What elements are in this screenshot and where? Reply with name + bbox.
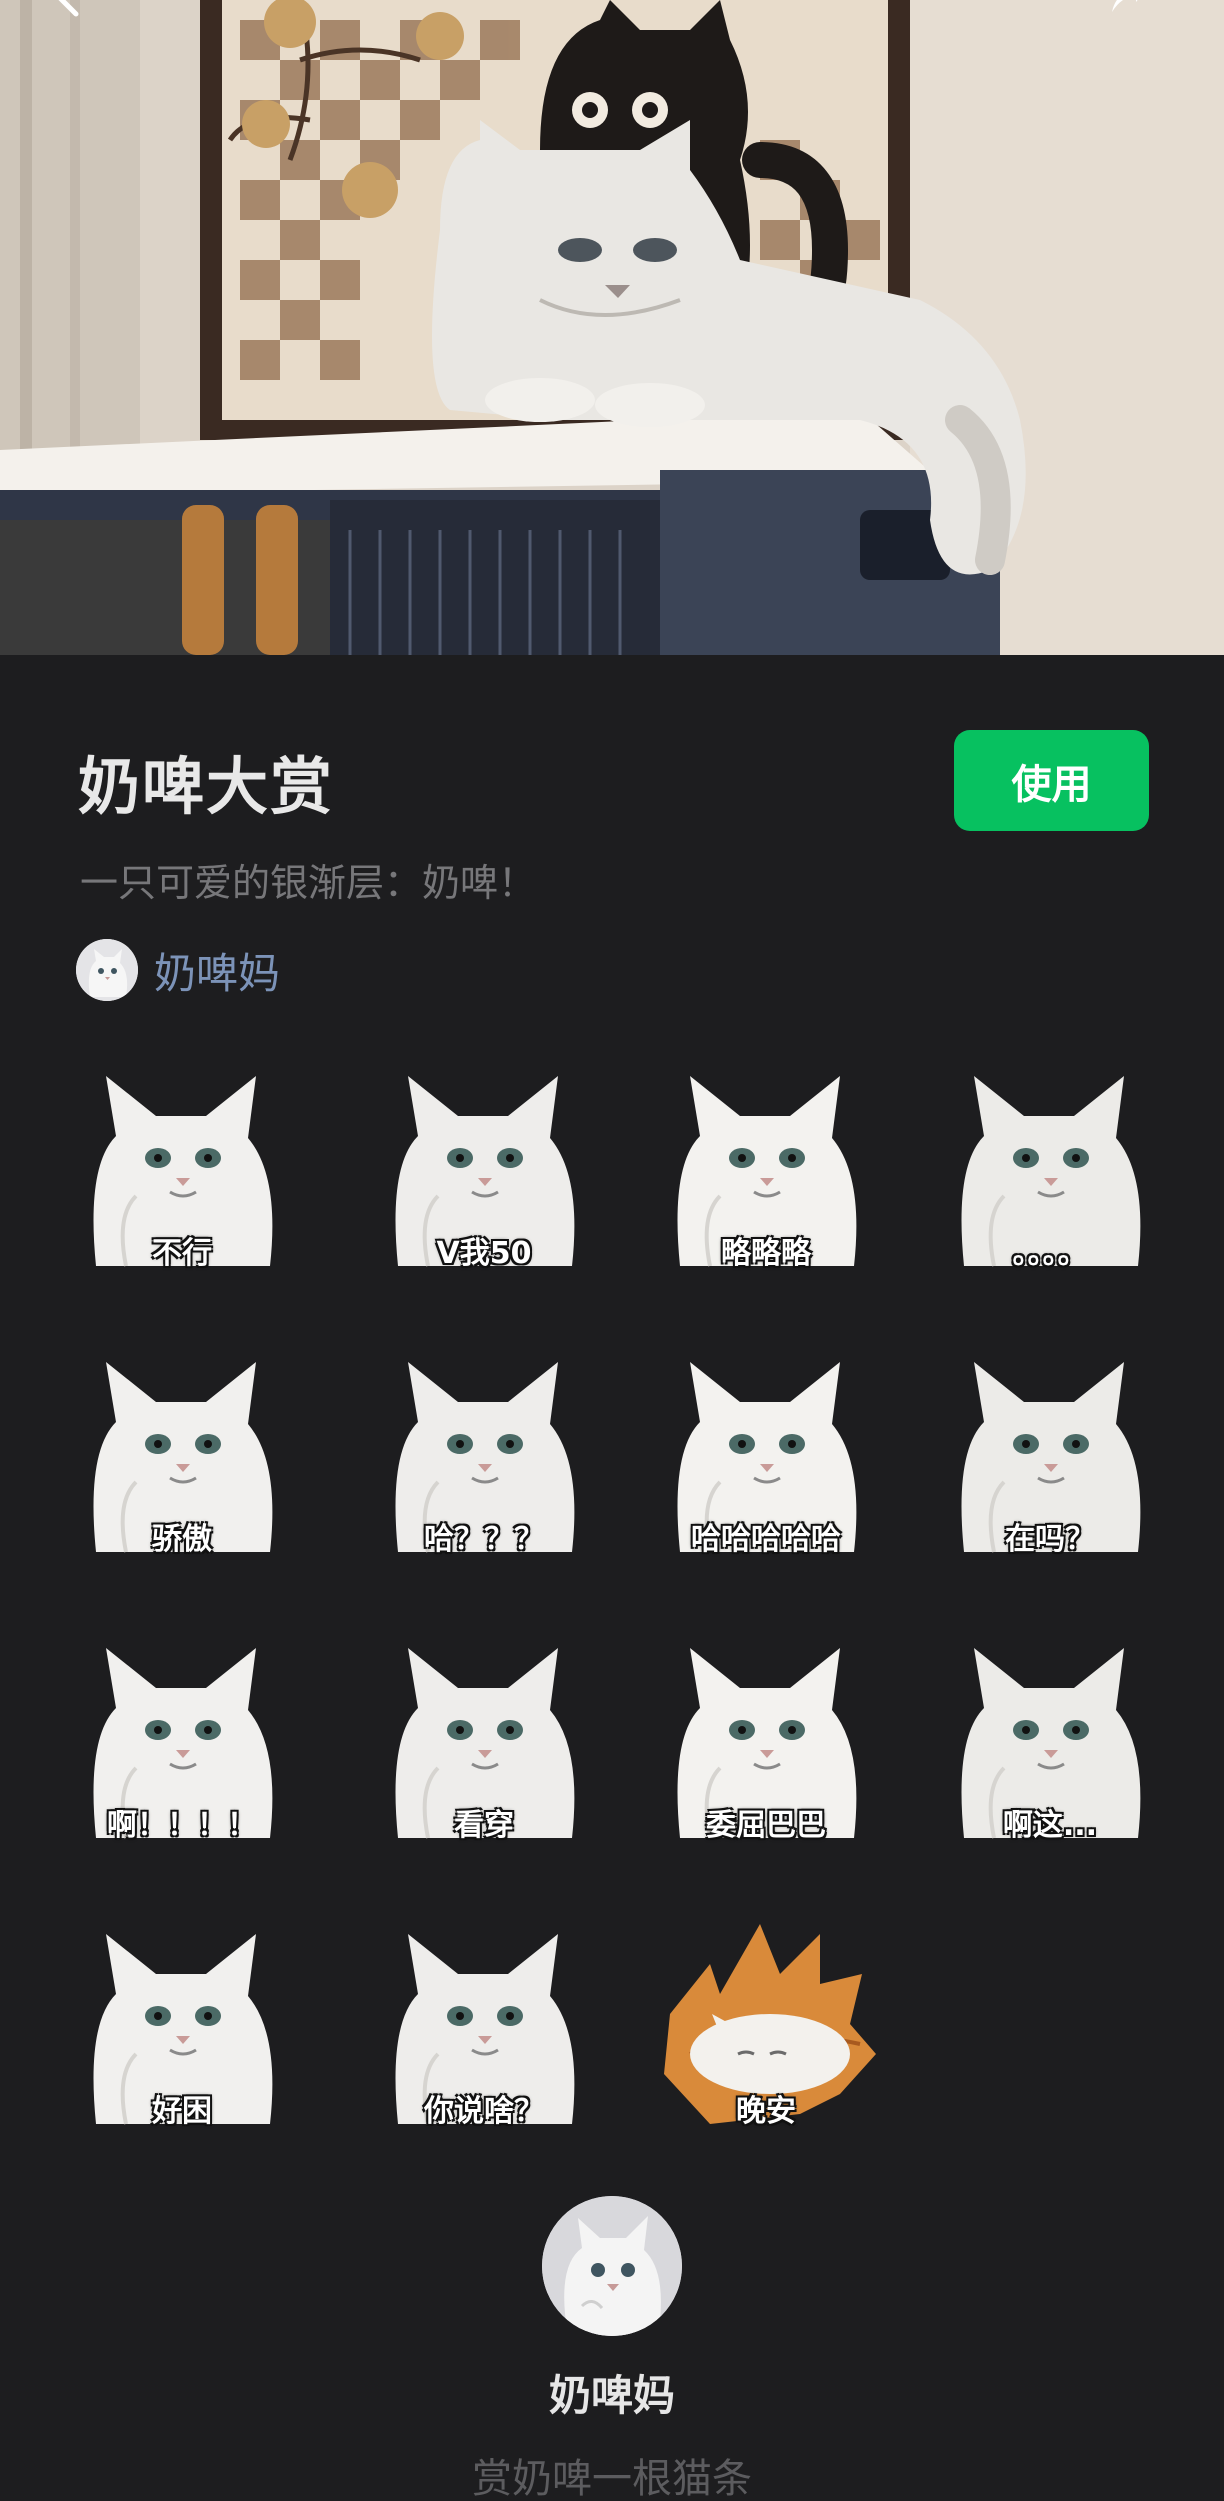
sticker-item[interactable]: 。。。。 bbox=[934, 1046, 1166, 1278]
sticker-item[interactable]: V我50 bbox=[368, 1046, 600, 1278]
use-button[interactable]: 使用 bbox=[954, 730, 1149, 831]
back-icon[interactable] bbox=[50, 0, 90, 18]
sticker-caption: 不行 bbox=[152, 1236, 212, 1271]
sticker-item[interactable]: 哈哈哈哈哈 bbox=[650, 1332, 882, 1564]
sticker-item[interactable]: 在吗？ bbox=[934, 1332, 1166, 1564]
sticker-item[interactable]: 委屈巴巴 bbox=[650, 1618, 882, 1850]
sticker-item[interactable]: 哈？？？ bbox=[368, 1332, 600, 1564]
sticker-item[interactable]: 看穿 bbox=[368, 1618, 600, 1850]
banner-image bbox=[0, 0, 1224, 655]
author-link[interactable]: 奶啤妈 bbox=[76, 938, 280, 1002]
author-avatar bbox=[76, 939, 138, 1001]
pack-description: 一只可爱的银渐层：奶啤！ bbox=[80, 861, 537, 905]
sticker-caption: 看穿 bbox=[454, 1808, 514, 1843]
sticker-caption: 在吗？ bbox=[1005, 1522, 1095, 1557]
sticker-caption: 略略略 bbox=[721, 1236, 811, 1271]
sticker-item[interactable]: 骄傲 bbox=[66, 1332, 298, 1564]
footer-author-name: 奶啤妈 bbox=[548, 2371, 675, 2420]
sticker-item[interactable]: 好困 bbox=[66, 1904, 298, 2136]
sticker-pack-detail-page: 奶啤大赏 使用 一只可爱的银渐层：奶啤！ 奶啤妈 不行 V我50 略略略 。。。。骄傲… bbox=[0, 0, 1224, 2501]
reward-button[interactable]: 赏奶啤一根猫条 bbox=[0, 2446, 1224, 2501]
sticker-item[interactable]: 不行 bbox=[66, 1046, 298, 1278]
author-avatar-large[interactable] bbox=[542, 2196, 682, 2336]
sticker-caption: V我50 bbox=[436, 1236, 532, 1271]
sticker-caption: 啊这... bbox=[1002, 1808, 1098, 1843]
sticker-caption: 骄傲 bbox=[152, 1522, 212, 1557]
pack-title: 奶啤大赏 bbox=[78, 750, 335, 823]
sticker-caption: 好困 bbox=[152, 2094, 212, 2129]
sticker-item[interactable]: 啊这... bbox=[934, 1618, 1166, 1850]
share-icon[interactable] bbox=[1106, 0, 1146, 18]
author-name: 奶啤妈 bbox=[154, 948, 281, 998]
sticker-item[interactable]: 晚安 bbox=[650, 1904, 882, 2136]
sticker-caption: 哈哈哈哈哈 bbox=[691, 1522, 841, 1557]
sticker-caption: 。。。。 bbox=[1012, 1236, 1088, 1271]
sticker-caption: 哈？？？ bbox=[424, 1522, 544, 1557]
sticker-item[interactable]: 略略略 bbox=[650, 1046, 882, 1278]
sticker-caption: 晚安 bbox=[736, 2094, 796, 2129]
sticker-item[interactable]: 你说啥？ bbox=[368, 1904, 600, 2136]
sticker-item[interactable]: 啊！！！！ bbox=[66, 1618, 298, 1850]
sticker-caption: 啊！！！！ bbox=[107, 1808, 257, 1843]
sticker-caption: 你说啥？ bbox=[424, 2094, 544, 2129]
sticker-caption: 委屈巴巴 bbox=[706, 1808, 826, 1843]
